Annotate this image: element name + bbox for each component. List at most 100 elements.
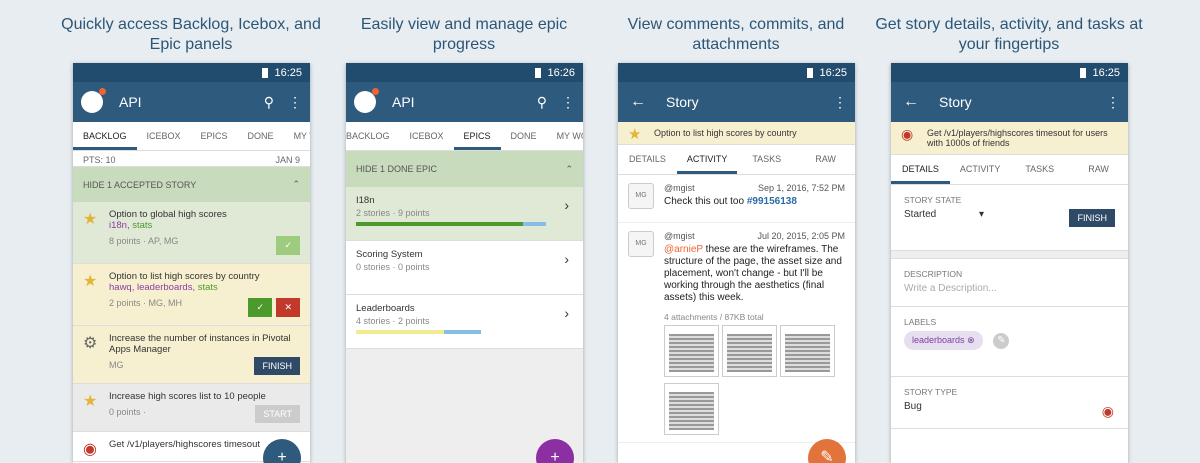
tab-activity[interactable]: ACTIVITY (676, 145, 738, 174)
project-title: API (392, 94, 415, 110)
story-title: Option to list high scores by country (654, 128, 797, 138)
story-type-label: STORY TYPE (904, 387, 958, 397)
overflow-menu-icon[interactable]: ⋮ (1106, 94, 1120, 111)
mention-link[interactable]: @arnieP (664, 244, 703, 255)
caption-3: View comments, commits, and attachments (627, 16, 845, 53)
attachment-thumbnail[interactable] (664, 383, 719, 435)
tab-icebox[interactable]: ICEBOX (400, 122, 454, 150)
app-logo-icon[interactable] (354, 88, 379, 113)
tab-done[interactable]: DONE (501, 122, 547, 150)
story-title: Option to global high scores (109, 209, 227, 220)
accept-button[interactable]: ✓ (248, 298, 272, 317)
comment: MG @mgist Jul 20, 2015, 2:05 PM @arnieP t… (618, 223, 855, 443)
tab-details[interactable]: DETAILS (618, 145, 677, 174)
add-epic-fab[interactable]: + (536, 439, 574, 463)
tab-activity[interactable]: ACTIVITY (950, 155, 1011, 184)
app-logo-icon[interactable] (81, 88, 106, 113)
story-title: Get /v1/players/highscores timesout for … (927, 128, 1108, 148)
battery-icon (807, 67, 814, 78)
tab-my-work[interactable]: MY WO (284, 122, 310, 150)
story-link[interactable]: #99156138 (747, 196, 797, 207)
phone-details: 16:25 ← Story ⋮ ◉ Get /v1/players/highsc… (891, 63, 1128, 463)
chevron-right-icon: › (564, 197, 569, 213)
description-section[interactable]: DESCRIPTION Write a Description... (891, 259, 1128, 307)
edit-labels-icon[interactable]: ✎ (993, 333, 1010, 349)
battery-icon (1080, 67, 1087, 78)
story-card[interactable]: ★ Option to list high scores by country … (73, 264, 310, 326)
comment-author: @mgist (664, 183, 695, 193)
story-card[interactable]: ★ Option to global high scores i18n, sta… (73, 202, 310, 264)
points-total: PTS: 10 (83, 155, 116, 165)
remove-label-icon[interactable]: ⊗ (967, 335, 975, 345)
epic-row[interactable]: I18n 2 stories · 9 points › (346, 187, 583, 241)
tab-tasks[interactable]: TASKS (737, 145, 796, 174)
tab-backlog[interactable]: BACKLOG (73, 122, 137, 150)
chevron-right-icon: › (564, 305, 569, 321)
attachment-thumbnail[interactable] (722, 325, 777, 377)
reject-button[interactable]: ✕ (276, 298, 300, 317)
search-icon[interactable]: ⚲ (264, 94, 274, 111)
panel-tabs: BACKLOG ICEBOX EPICS DONE MY WO (73, 122, 310, 151)
search-icon[interactable]: ⚲ (537, 94, 547, 111)
back-arrow-icon[interactable]: ← (630, 93, 646, 111)
back-arrow-icon[interactable]: ← (903, 93, 919, 111)
description-placeholder: Write a Description... (904, 283, 997, 294)
finish-button[interactable]: FINISH (254, 357, 300, 375)
epic-name: Scoring System (356, 249, 423, 260)
story-state-dropdown[interactable]: Started ▾ (904, 209, 984, 220)
hide-done-epic-banner[interactable]: HIDE 1 DONE EPIC ⌃ (346, 151, 583, 187)
story-state-value: Started (904, 209, 937, 220)
story-tabs: DETAILS ACTIVITY TASKS RAW (618, 145, 855, 175)
feature-star-icon: ★ (628, 126, 642, 143)
overflow-menu-icon[interactable]: ⋮ (561, 94, 575, 111)
banner-label: HIDE 1 DONE EPIC (356, 164, 438, 174)
tab-done[interactable]: DONE (238, 122, 284, 150)
story-header: ◉ Get /v1/players/highscores timesout fo… (891, 122, 1128, 155)
story-card[interactable]: ⚙ Increase the number of instances in Pi… (73, 326, 310, 384)
attachment-thumbnail[interactable] (780, 325, 835, 377)
feature-star-icon: ★ (83, 273, 98, 290)
label-chip-text: leaderboards (912, 335, 965, 345)
screen-title: Story (939, 94, 972, 110)
story-state-section: STORY STATE Started ▾ FINISH (891, 185, 1128, 251)
caption-1: Quickly access Backlog, Icebox, and Epic… (61, 16, 321, 53)
accept-button[interactable]: ✓ (276, 236, 300, 255)
chevron-right-icon: › (564, 251, 569, 267)
overflow-menu-icon[interactable]: ⋮ (833, 94, 847, 111)
clock: 16:25 (1092, 66, 1120, 79)
tab-raw[interactable]: RAW (796, 145, 855, 174)
divider (891, 251, 1128, 259)
banner-label: HIDE 1 ACCEPTED STORY (83, 179, 197, 190)
story-title: Increase high scores list to 10 people (109, 391, 266, 402)
story-label: stats (197, 282, 218, 293)
epic-stats: 2 stories · 9 points (356, 208, 430, 218)
tab-raw[interactable]: RAW (1069, 155, 1128, 184)
epic-progress-bar (356, 330, 481, 334)
finish-button[interactable]: FINISH (1069, 209, 1115, 227)
epic-name: I18n (356, 195, 375, 206)
epic-name: Leaderboards (356, 303, 415, 314)
story-type-section[interactable]: STORY TYPE Bug ◉ (891, 377, 1128, 429)
tab-my-work[interactable]: MY WORK (547, 122, 583, 150)
tab-epics[interactable]: EPICS (191, 122, 238, 150)
start-button[interactable]: START (255, 405, 300, 423)
chevron-up-icon: ⌃ (292, 179, 300, 189)
epic-row[interactable]: Scoring System 0 stories · 0 points › (346, 241, 583, 295)
epic-row[interactable]: Leaderboards 4 stories · 2 points › (346, 295, 583, 349)
tab-details[interactable]: DETAILS (891, 155, 950, 184)
tab-tasks[interactable]: TASKS (1010, 155, 1069, 184)
tab-icebox[interactable]: ICEBOX (137, 122, 191, 150)
attachment-thumbnail[interactable] (664, 325, 719, 377)
tab-epics[interactable]: EPICS (453, 122, 501, 150)
story-card[interactable]: ★ Increase high scores list to 10 people… (73, 384, 310, 432)
story-label: i18n (109, 220, 127, 231)
comment-author: @mgist (664, 231, 695, 241)
story-title: Increase the number of instances in Pivo… (109, 333, 291, 355)
hide-accepted-banner[interactable]: HIDE 1 ACCEPTED STORY ⌃ (73, 167, 310, 202)
caption-4: Get story details, activity, and tasks a… (875, 16, 1143, 53)
tab-backlog[interactable]: BACKLOG (346, 122, 400, 150)
app-bar: API ⚲ ⋮ (73, 82, 310, 122)
overflow-menu-icon[interactable]: ⋮ (288, 94, 302, 111)
status-bar: 16:25 (73, 63, 310, 82)
label-chip[interactable]: leaderboards ⊗ (904, 331, 983, 350)
